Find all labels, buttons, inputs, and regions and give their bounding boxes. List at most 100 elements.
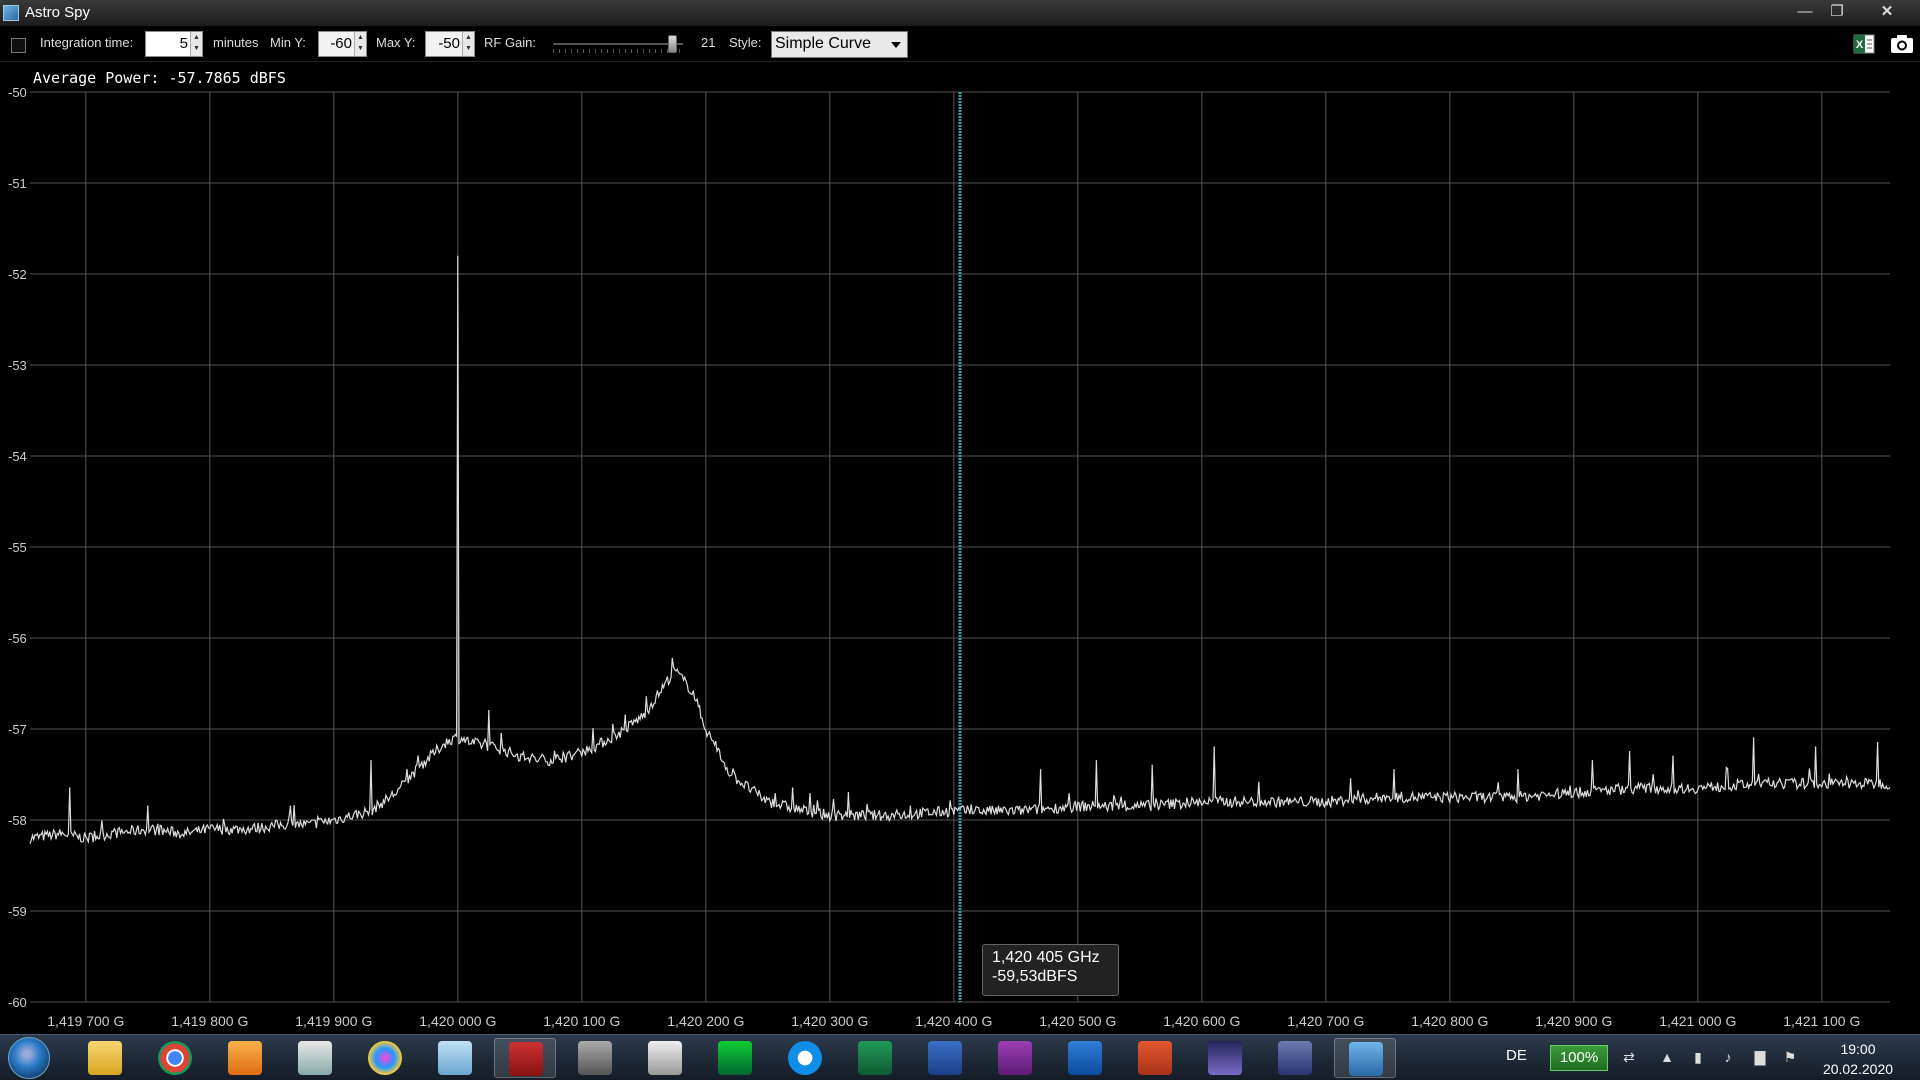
clock[interactable]: 19:00 20.02.2020 [1818,1039,1898,1079]
taskbar-notepad-button[interactable] [424,1038,486,1078]
min-y-input[interactable]: -60 ▲ ▼ [318,31,367,57]
taskbar-astro-app-button[interactable] [494,1038,556,1078]
spectrum-spike-point [624,714,626,717]
spectrum-spike-point [1151,764,1153,767]
satellite-icon [1278,1041,1312,1075]
taskbar-word-button[interactable] [914,1038,976,1078]
spectrum-spike-point [1517,769,1519,771]
stop-button[interactable] [11,38,26,53]
x-tick-label: 1,421 100 G [1783,1013,1860,1029]
paint-icon [368,1041,402,1075]
x-tick-label: 1,420 200 G [667,1013,744,1029]
taskbar-powerpoint-button[interactable] [1124,1038,1186,1078]
taskbar-video-editor-button[interactable] [634,1038,696,1078]
spectrum-spike-point [1814,746,1817,748]
explorer-icon [88,1041,122,1075]
taskbar-media-player-button[interactable] [214,1038,276,1078]
svg-text:X: X [1856,39,1864,51]
teamviewer-icon [788,1041,822,1075]
device-icon[interactable]: ▮ [1689,1049,1707,1067]
maximize-button[interactable]: ❐ [1822,2,1852,22]
taskbar-excel-button[interactable] [844,1038,906,1078]
spectrum-chart[interactable]: -50 -51 -52 -53 -54 -55 -56 -57 -58 -59 -60 1,419 7… [0,62,1920,1034]
rf-gain-slider[interactable] [553,34,683,56]
x-tick-label: 1,419 700 G [47,1013,124,1029]
spin-arrows-icon[interactable]: ▲ ▼ [354,32,366,56]
monitor-icon [718,1041,752,1075]
x-tick-label: 1,420 000 G [419,1013,496,1029]
taskbar-paint-button[interactable] [354,1038,416,1078]
taskbar-outlook-button[interactable] [1054,1038,1116,1078]
export-excel-icon[interactable]: X [1853,33,1875,55]
max-y-input[interactable]: -50 ▲ ▼ [425,31,475,57]
chart-canvas[interactable]: -50 -51 -52 -53 -54 -55 -56 -57 -58 -59 -60 1,419 7… [0,62,1920,1034]
spectrum-spike-point [1095,760,1098,762]
volume-icon[interactable]: ♪ [1719,1049,1737,1067]
spectrum-spike-point [1752,737,1755,739]
powerpoint-icon [1138,1041,1172,1075]
start-button[interactable] [8,1037,50,1079]
taskbar-astro-spy-button[interactable] [1334,1038,1396,1078]
spin-arrows-icon[interactable]: ▲ ▼ [462,32,474,56]
spectrum-spike-point [791,787,794,789]
spin-arrows-icon[interactable]: ▲ ▼ [190,32,202,56]
x-tick-label: 1,420 400 G [915,1013,992,1029]
spectrum-spike-point [289,805,292,808]
tooltip-power: -59,53dBFS [992,968,1078,985]
taskbar: DE 100% ⇄ ▲ ▮ ♪ ▇ ⚑ 19:00 20.02.2020 [0,1034,1920,1080]
x-tick-label: 1,420 800 G [1411,1013,1488,1029]
rf-gain-label: RF Gain: [484,35,537,50]
microphone-icon [578,1041,612,1075]
media-player-icon [228,1041,262,1075]
network-sync-icon[interactable]: ⇄ [1620,1049,1638,1067]
chrome-icon [158,1041,192,1075]
taskbar-explorer-button[interactable] [74,1038,136,1078]
close-button[interactable]: ✕ [1872,2,1902,22]
max-y-label: Max Y: [376,35,416,50]
taskbar-monitor-button[interactable] [704,1038,766,1078]
x-tick-label: 1,420 700 G [1287,1013,1364,1029]
battery-indicator[interactable]: 100% [1550,1045,1608,1071]
spectrum-spike-point [1672,755,1674,758]
taskbar-chrome-button[interactable] [144,1038,206,1078]
y-tick-label: -52 [8,267,27,282]
action-center-flag-icon[interactable]: ⚑ [1781,1049,1799,1067]
slider-thumb[interactable] [667,35,677,53]
spectrum-spike-point [488,710,490,712]
camera-icon[interactable] [1890,33,1914,55]
app-icon [3,5,19,21]
astro-app-icon [509,1042,543,1076]
video-editor-icon [648,1041,682,1075]
taskbar-teamviewer-button[interactable] [774,1038,836,1078]
language-indicator[interactable]: DE [1506,1047,1527,1064]
spectrum-spike-point [1876,741,1879,744]
outlook-icon [1068,1041,1102,1075]
x-tick-label: 1,420 900 G [1535,1013,1612,1029]
integration-time-input[interactable]: 5 ▲ ▼ [145,31,203,57]
clock-date: 20.02.2020 [1822,1061,1894,1077]
average-power-readout: Average Power: -57.7865 dBFS [33,69,286,87]
spectrum-spike-point [500,732,503,735]
rf-gain-value: 21 [701,35,716,50]
y-tick-label: -58 [8,813,27,828]
word-icon [928,1041,962,1075]
spectrum-spike-point [847,791,850,794]
y-tick-label: -50 [8,85,27,100]
title-bar: Astro Spy — ❐ ✕ [0,0,1920,26]
x-tick-label: 1,420 300 G [791,1013,868,1029]
show-hidden-icons-icon[interactable]: ▲ [1658,1049,1676,1067]
spectrum-spike-point [147,805,149,808]
taskbar-microphone-button[interactable] [564,1038,626,1078]
spectrum-spike-point [370,760,372,762]
style-dropdown[interactable]: Simple Curve [771,31,908,58]
signal-icon[interactable]: ▇ [1751,1049,1769,1067]
taskbar-onenote-button[interactable] [984,1038,1046,1078]
x-tick-label: 1,420 600 G [1163,1013,1240,1029]
taskbar-satellite-button[interactable] [1264,1038,1326,1078]
x-tick-label: 1,419 800 G [171,1013,248,1029]
stellarium-icon [1208,1041,1242,1075]
taskbar-stellarium-button[interactable] [1194,1038,1256,1078]
taskbar-snipping-tool-button[interactable] [284,1038,346,1078]
spectrum-spike-point [1628,750,1631,753]
minimize-button[interactable]: — [1790,2,1820,22]
